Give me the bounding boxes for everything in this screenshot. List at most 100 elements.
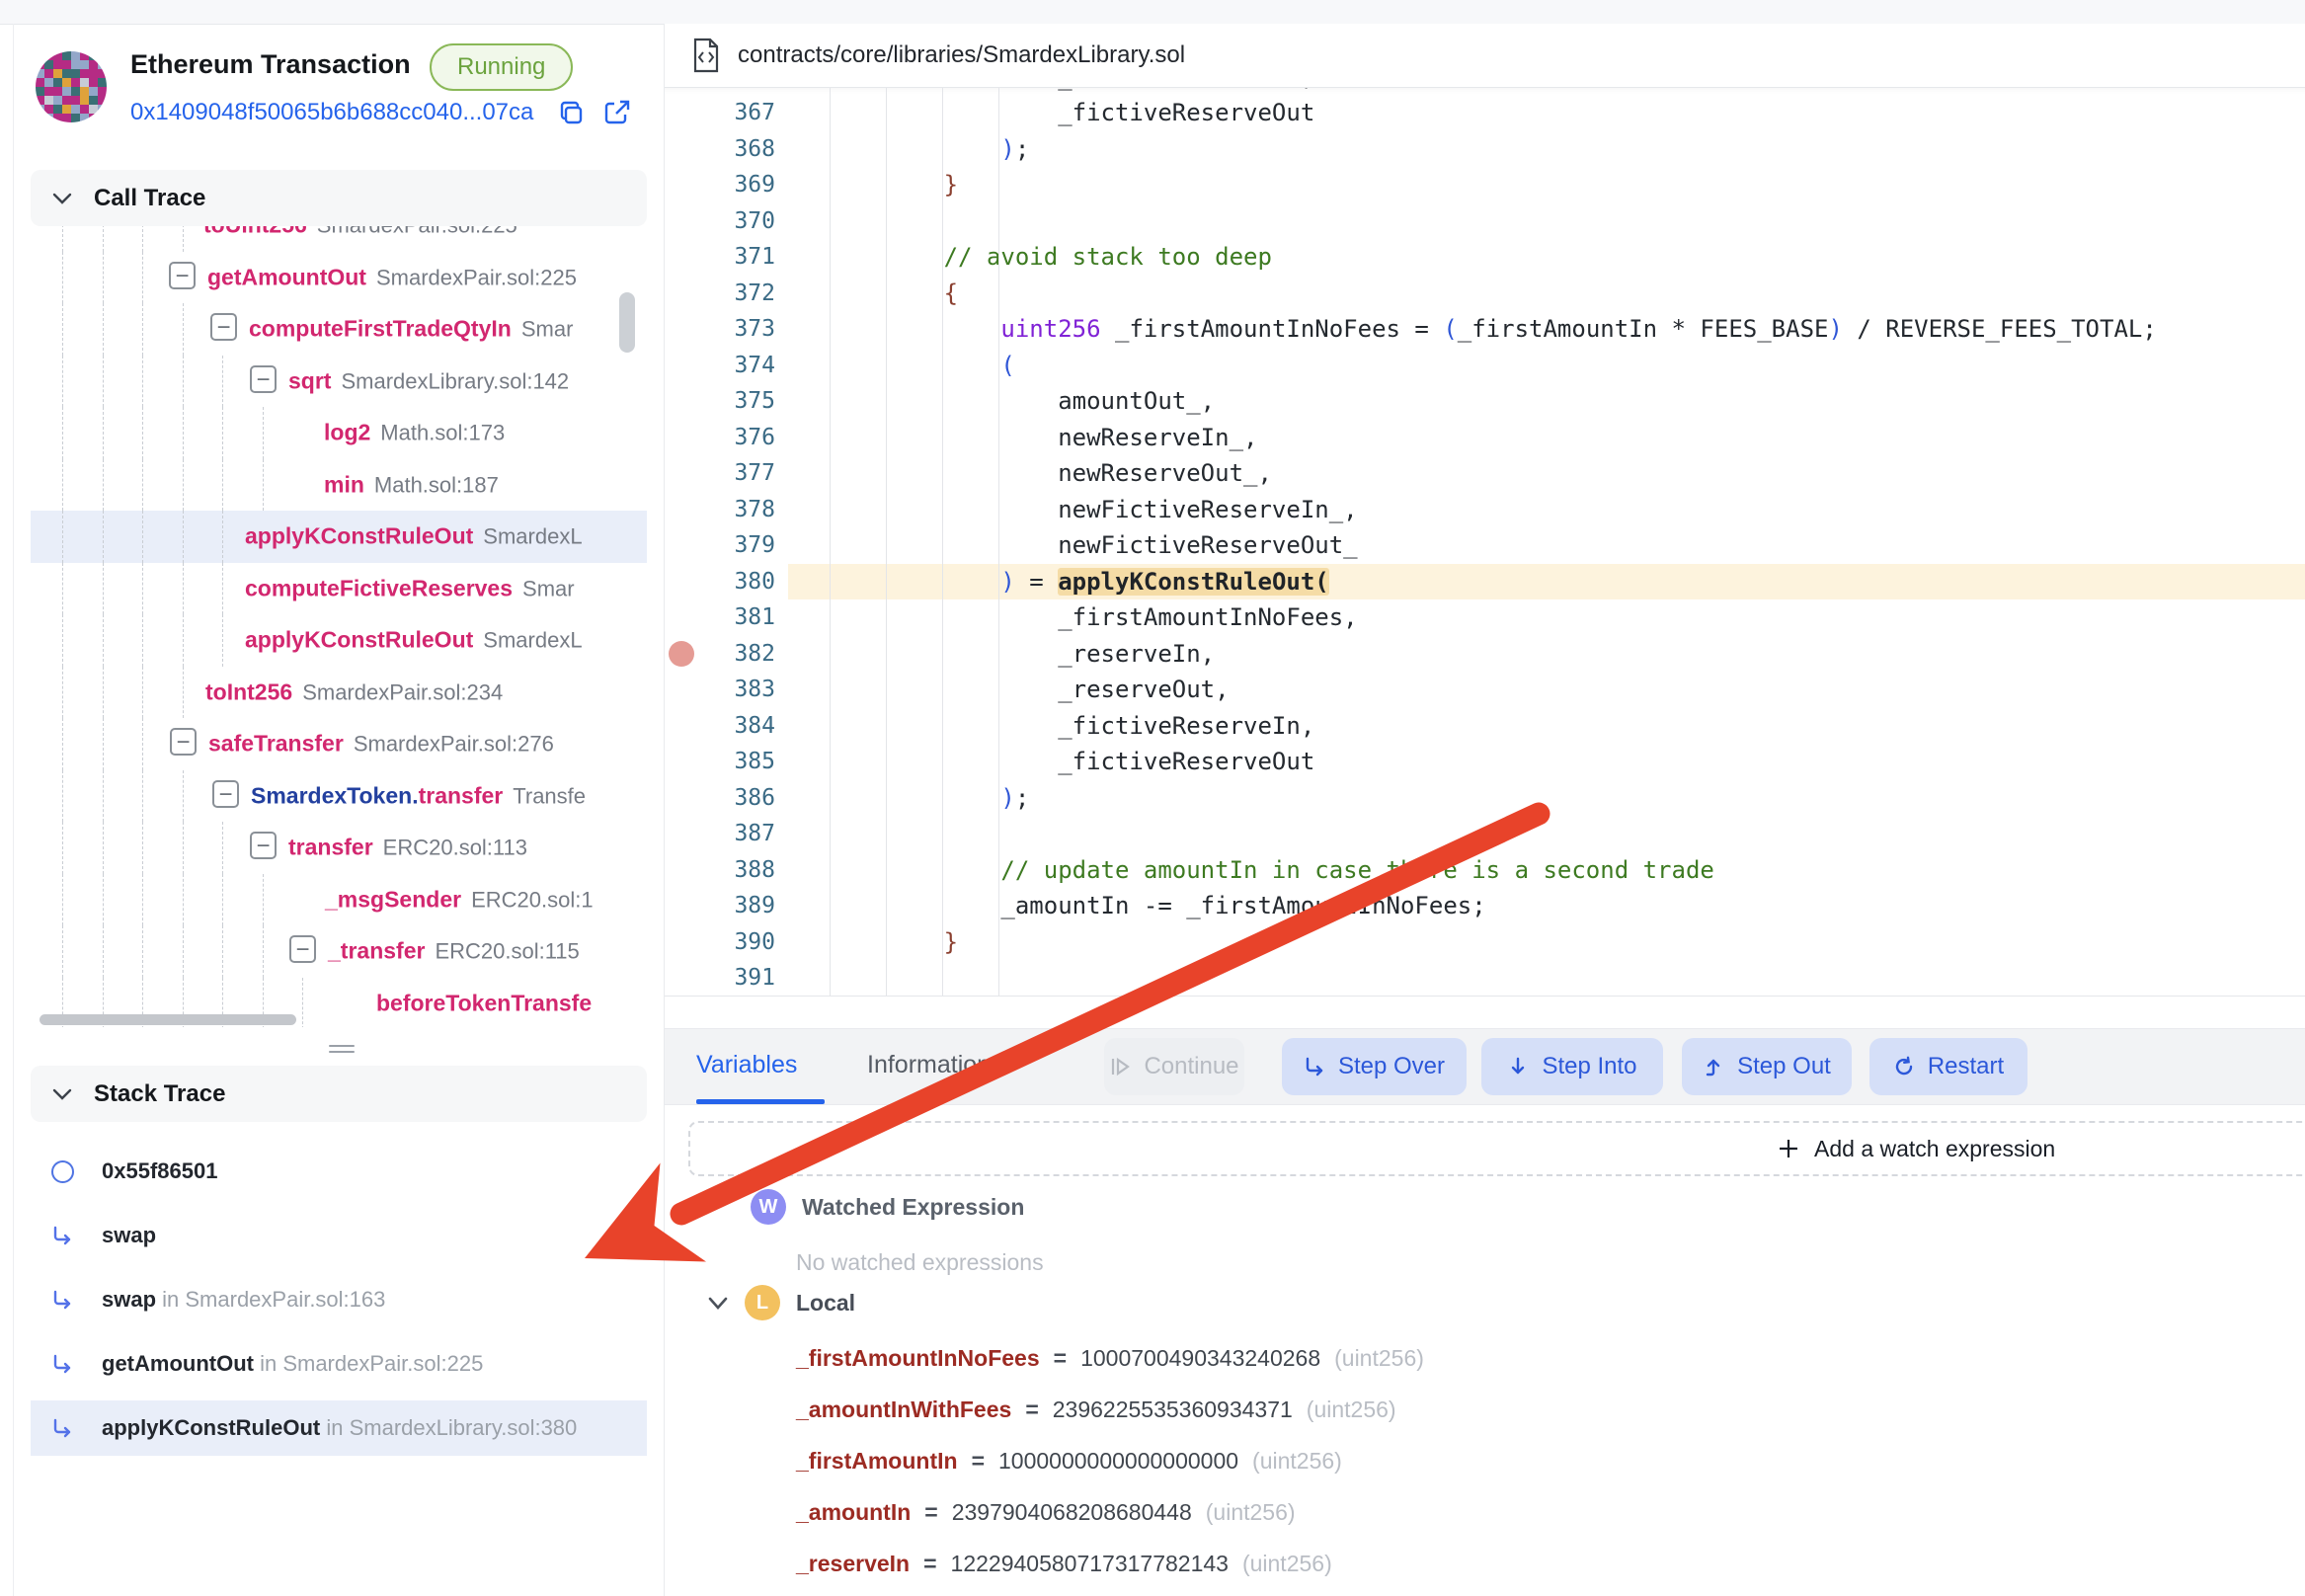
collapse-icon[interactable]: − [210,313,237,342]
code-line[interactable]: 387 [665,816,2305,852]
code-line[interactable]: 367 _fictiveReserveOut [665,95,2305,131]
transaction-hash-link[interactable]: 0x1409048f50065b6b688cc040...07ca [130,99,533,126]
breakpoint-gutter[interactable]: 383 [665,672,788,708]
call-trace-row[interactable]: applyKConstRuleOut SmardexL [31,511,647,563]
call-trace-row[interactable]: SmardexToken.transfer Transfe − [31,769,647,822]
collapse-icon[interactable]: − [250,364,277,393]
code-line[interactable]: 382 _reserveIn, [665,636,2305,673]
code-line[interactable]: 384 _fictiveReserveIn, [665,708,2305,745]
call-trace-row[interactable]: safeTransfer SmardexPair.sol:276 − [31,718,647,770]
breakpoint-gutter[interactable]: 386 [665,780,788,817]
call-trace-row[interactable]: applyKConstRuleOut SmardexL [31,614,647,667]
code-line[interactable]: 376 newReserveIn_, [665,420,2305,456]
breakpoint-gutter[interactable]: 390 [665,924,788,961]
call-trace-header[interactable]: Call Trace [31,170,647,226]
breakpoint-gutter[interactable]: 384 [665,708,788,745]
stack-trace-header[interactable]: Stack Trace [31,1066,647,1122]
code-line[interactable]: 386 ); [665,780,2305,817]
code-line[interactable]: 380 ) = applyKConstRuleOut( [665,563,2305,600]
call-trace-vertical-scrollbar[interactable] [619,292,635,353]
collapse-icon[interactable]: − [169,261,196,289]
call-trace-row[interactable]: log2 Math.sol:173 [31,407,647,459]
watch-expression-input[interactable]: Add a watch expression [688,1121,2305,1176]
local-variable-row[interactable]: _firstAmountInNoFees = 10007004903432402… [796,1337,1424,1379]
code-line[interactable]: 374 ( [665,348,2305,384]
watched-expression-section[interactable]: W Watched Expression [751,1187,1024,1227]
breakpoint-gutter[interactable]: 377 [665,455,788,492]
code-line[interactable]: 377 newReserveOut_, [665,455,2305,492]
call-trace-row[interactable]: _msgSender ERC20.sol:1 [31,873,647,925]
breakpoint-gutter[interactable]: 368 [665,131,788,168]
collapse-icon[interactable]: − [250,832,277,860]
call-trace-horizontal-scrollbar[interactable] [40,1014,296,1025]
breakpoint-gutter[interactable]: 369 [665,167,788,203]
local-variable-row[interactable]: _firstAmountIn = 1000000000000000000 (ui… [796,1440,1342,1481]
code-line[interactable]: 373 uint256 _firstAmountInNoFees = (_fir… [665,311,2305,348]
code-line[interactable]: 379 newFictiveReserveOut_ [665,527,2305,564]
call-trace-row[interactable]: toInt256 SmardexPair.sol:234 [31,666,647,718]
stack-frame-row[interactable]: applyKConstRuleOut in SmardexLibrary.sol… [31,1400,647,1456]
breakpoint-gutter[interactable]: 380 [665,564,788,600]
breakpoint-gutter[interactable]: 385 [665,744,788,780]
collapse-icon[interactable]: − [170,728,197,757]
call-trace-row[interactable]: toUint256 SmardexPair.sol:225 [31,226,647,252]
breakpoint-gutter[interactable]: 367 [665,95,788,131]
collapse-icon[interactable]: − [212,779,239,808]
breakpoint-gutter[interactable]: 382 [665,636,788,673]
breakpoint-gutter[interactable]: 388 [665,852,788,889]
code-line[interactable]: 391 [665,960,2305,996]
stack-frame-row[interactable]: 0x55f86501 [31,1144,647,1199]
code-line[interactable]: 388 // update amountIn in case there is … [665,852,2305,889]
step-over-button[interactable]: Step Over [1282,1038,1467,1095]
breakpoint-gutter[interactable]: 372 [665,276,788,312]
breakpoint-gutter[interactable]: 376 [665,420,788,456]
code-line[interactable]: 383 _reserveOut, [665,672,2305,708]
call-trace-row[interactable]: transfer ERC20.sol:113 − [31,822,647,874]
stack-frame-row[interactable]: getAmountOut in SmardexPair.sol:225 [31,1336,647,1392]
call-trace-row[interactable]: getAmountOut SmardexPair.sol:225 − [31,251,647,303]
code-line[interactable]: 390 } [665,924,2305,961]
code-line[interactable]: 369 } [665,167,2305,203]
code-line[interactable]: 372 { [665,276,2305,312]
code-line[interactable]: 368 ); [665,131,2305,168]
breakpoint-gutter[interactable]: 374 [665,348,788,384]
stack-frame-row[interactable]: swap [31,1208,647,1263]
code-line[interactable]: 385 _fictiveReserveOut [665,744,2305,780]
call-trace-row[interactable]: min Math.sol:187 [31,458,647,511]
breakpoint-gutter[interactable]: 373 [665,311,788,348]
code-line[interactable]: 389 _amountIn -= _firstAmountInNoFees; [665,888,2305,924]
call-trace-row[interactable]: computeFirstTradeQtyIn Smar − [31,303,647,356]
code-line[interactable]: 366 _fictiveReserveIn, [665,88,2305,95]
continue-button[interactable]: Continue [1104,1038,1244,1095]
breakpoint-gutter[interactable]: 370 [665,203,788,240]
code-line[interactable]: 381 _firstAmountInNoFees, [665,599,2305,636]
step-out-button[interactable]: Step Out [1682,1038,1852,1095]
call-trace-row[interactable]: sqrt SmardexLibrary.sol:142 − [31,355,647,407]
breakpoint-gutter[interactable]: 378 [665,492,788,528]
local-variable-row[interactable]: _reserveIn = 1222940580717317782143 (uin… [796,1543,1332,1584]
code-line[interactable]: 370 [665,203,2305,240]
breakpoint-gutter[interactable]: 366 [665,88,788,95]
stack-frame-row[interactable]: swap in SmardexPair.sol:163 [31,1272,647,1327]
add-watch-expression-button[interactable]: Add a watch expression [1777,1123,2055,1174]
code-line[interactable]: 378 newFictiveReserveIn_, [665,492,2305,528]
local-section[interactable]: L Local [707,1283,855,1322]
restart-button[interactable]: Restart [1869,1038,2027,1095]
breakpoint-gutter[interactable]: 389 [665,888,788,924]
local-variable-row[interactable]: _amountInWithFees = 2396225535360934371 … [796,1389,1396,1430]
breakpoint-gutter[interactable]: 379 [665,527,788,564]
breakpoint-gutter[interactable]: 371 [665,239,788,276]
tab-information[interactable]: Information [867,1029,991,1100]
local-variable-row[interactable]: _amountIn = 2397904068208680448 (uint256… [796,1491,1296,1533]
call-trace-row[interactable]: _transfer ERC20.sol:115 − [31,925,647,978]
breakpoint-gutter[interactable]: 375 [665,383,788,420]
tab-variables[interactable]: Variables [696,1029,797,1100]
left-panel-resize-handle[interactable] [329,1041,355,1057]
breakpoint-gutter[interactable]: 391 [665,960,788,996]
copy-icon[interactable] [556,98,588,129]
breakpoint-gutter[interactable]: 381 [665,599,788,636]
external-link-icon[interactable] [600,97,633,129]
step-into-button[interactable]: Step Into [1481,1038,1663,1095]
breakpoint-gutter[interactable]: 387 [665,816,788,852]
collapse-icon[interactable]: − [289,935,316,964]
